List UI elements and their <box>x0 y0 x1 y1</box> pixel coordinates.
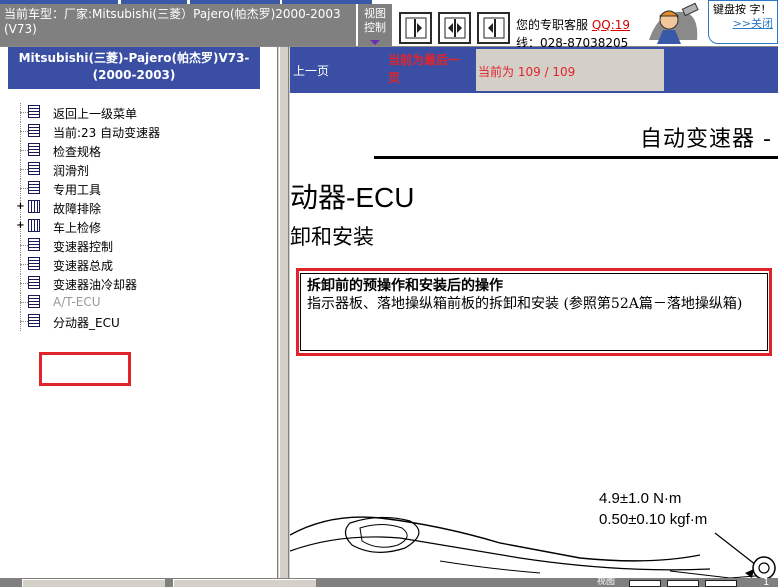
document-icon <box>28 124 40 137</box>
bottom-view-button[interactable] <box>705 580 737 587</box>
chapter-title: 自动变速器 - <box>640 127 772 152</box>
document-icon <box>28 105 40 118</box>
sidebar-item[interactable]: 变速器总成 <box>16 255 266 274</box>
sidebar-title: Mitsubishi(三菱)-Pajero(帕杰罗)V73-(2000-2003… <box>8 47 260 89</box>
subsection-title: 卸和安装 <box>290 225 374 249</box>
dashboard-illustration <box>290 516 776 578</box>
sidebar-item-label: 车上检修 <box>53 221 102 235</box>
car-model-title: 当前车型：厂家:Mitsubishi(三菱）Pajero(帕杰罗)2000-20… <box>0 4 356 46</box>
document-icon <box>28 295 40 308</box>
menu-tree: 返回上一级菜单当前:23 自动变速器 检查规格润滑剂专用工具 + 故障排除 + 车上检修变… <box>16 103 266 331</box>
hint-bubble: 键盘按 字！ >>关闭 <box>708 0 778 44</box>
document-icon <box>28 257 40 270</box>
highlight-box <box>296 268 772 356</box>
service-qq-link[interactable]: QQ:19 <box>592 18 630 32</box>
document-icon <box>28 238 40 251</box>
book-icon <box>28 200 40 213</box>
sidebar-item[interactable]: 变速器油冷却器 <box>16 274 266 293</box>
sidebar-item[interactable]: 润滑剂 <box>16 160 266 179</box>
sidebar-item[interactable]: 变速器控制 <box>16 236 266 255</box>
tree-line <box>20 150 28 151</box>
expand-right-icon <box>405 17 426 39</box>
highlight-box <box>39 352 131 386</box>
document-icon <box>28 162 40 175</box>
sidebar-item[interactable]: 专用工具 <box>16 179 266 198</box>
split-view-icon <box>444 17 465 39</box>
sidebar: Mitsubishi(三菱)-Pajero(帕杰罗)V73-(2000-2003… <box>0 47 278 578</box>
tree-line <box>20 302 28 303</box>
tree-line <box>20 188 28 189</box>
manual-page: 自动变速器 - 动器-ECU 卸和安装 拆卸前的预操作和安装后的操作 指示器板、… <box>290 93 778 578</box>
sidebar-item-label: 变速器总成 <box>53 259 114 273</box>
sidebar-item-label: 变速器控制 <box>53 240 114 254</box>
sidebar-item[interactable]: A/T-ECU <box>16 293 266 312</box>
sidebar-item-label: 润滑剂 <box>53 164 90 178</box>
content-panel: 上一页 当前为最后一页 当前为 109 / 109 自动变速器 - 动器-ECU… <box>290 47 778 578</box>
sidebar-item-label: 检查规格 <box>53 145 102 159</box>
sidebar-item[interactable]: 当前:23 自动变速器 <box>16 122 266 141</box>
bottom-left-button[interactable] <box>173 579 316 587</box>
tree-line <box>20 169 28 170</box>
section-title: 动器-ECU <box>290 182 415 213</box>
view-right-pane-button[interactable] <box>399 12 432 44</box>
tree-line <box>20 112 28 113</box>
bottom-left-button[interactable] <box>22 579 165 587</box>
tree-line <box>20 245 28 246</box>
sidebar-item[interactable]: 返回上一级菜单 <box>16 103 266 122</box>
last-page-notice: 当前为最后一页 <box>388 53 461 85</box>
bubble-close-link[interactable]: >>关闭 <box>713 17 773 31</box>
expand-icon[interactable]: + <box>16 202 25 212</box>
sidebar-item-label: 返回上一级菜单 <box>53 107 138 121</box>
mascot-icon <box>639 0 707 46</box>
expand-icon[interactable]: + <box>16 221 25 231</box>
view-control-label: 视图控制 <box>358 4 392 46</box>
chapter-rule <box>374 156 778 159</box>
sidebar-item[interactable]: + 故障排除 <box>16 198 266 217</box>
prev-page-button[interactable]: 上一页 <box>293 62 329 79</box>
pane-splitter[interactable] <box>279 47 289 578</box>
bottom-view-button[interactable] <box>629 580 661 587</box>
sidebar-item-label: 变速器油冷却器 <box>53 278 138 292</box>
tree-line <box>20 264 28 265</box>
book-icon <box>28 219 40 232</box>
document-icon <box>28 276 40 289</box>
view-control-text: 视图控制 <box>364 7 386 34</box>
sidebar-item[interactable]: 检查规格 <box>16 141 266 160</box>
sidebar-item[interactable]: 分动器_ECU <box>16 312 266 331</box>
sidebar-item-label: A/T-ECU <box>53 295 101 309</box>
bottom-view-button[interactable] <box>667 580 699 587</box>
service-label: 您的专职客服 <box>516 18 589 32</box>
bubble-text: 键盘按 字！ <box>713 3 772 16</box>
top-header: 当前车型：厂家:Mitsubishi(三菱）Pajero(帕杰罗)2000-20… <box>0 0 778 50</box>
app-window: 当前车型：厂家:Mitsubishi(三菱）Pajero(帕杰罗)2000-20… <box>0 0 778 587</box>
bottom-view-label: 视图 <box>597 577 616 587</box>
view-split-pane-button[interactable] <box>438 12 471 44</box>
sidebar-item-label: 故障排除 <box>53 202 102 216</box>
document-icon <box>28 143 40 156</box>
dropdown-triangle-icon[interactable] <box>370 40 380 45</box>
content-nav-bar: 上一页 当前为最后一页 当前为 109 / 109 <box>290 47 778 93</box>
sidebar-item-label: 当前:23 自动变速器 <box>53 126 161 140</box>
tree-line <box>20 321 28 322</box>
bottom-page-number: 1 1 <box>763 577 770 587</box>
document-icon <box>28 181 40 194</box>
document-icon <box>28 314 40 327</box>
expand-left-icon <box>483 17 504 39</box>
sidebar-item-label: 分动器_ECU <box>53 316 120 330</box>
sidebar-item[interactable]: + 车上检修 <box>16 217 266 236</box>
view-left-pane-button[interactable] <box>477 12 510 44</box>
page-indicator: 当前为 109 / 109 <box>476 49 664 91</box>
tree-line <box>20 283 28 284</box>
bottom-toolbar: 视图 1 1 <box>0 578 778 587</box>
sidebar-item-label: 专用工具 <box>53 183 102 197</box>
tree-line <box>20 131 28 132</box>
